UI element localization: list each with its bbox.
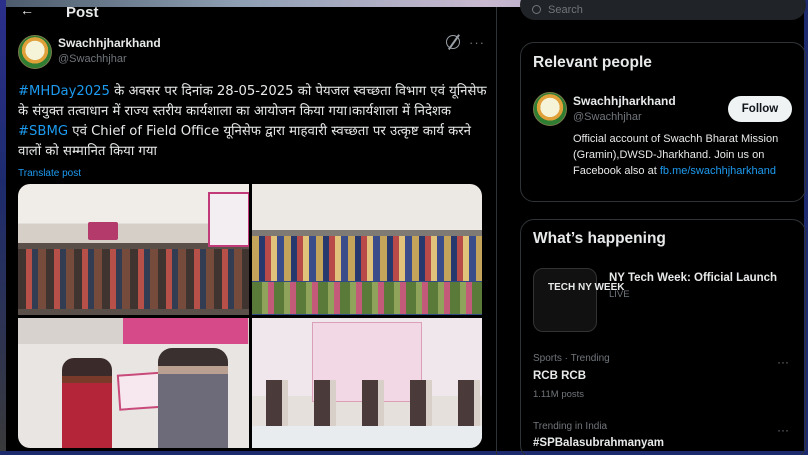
follow-button[interactable]: Follow	[728, 96, 792, 122]
facebook-link[interactable]: fb.me/swachhjharkhand	[660, 165, 776, 177]
hashtag-link[interactable]: #MHDay2025	[18, 84, 110, 99]
trend-live-label: LIVE	[609, 289, 630, 300]
avatar[interactable]	[533, 92, 567, 126]
trend-post-count: 1.11M posts	[533, 389, 585, 400]
more-options-icon[interactable]: ···	[777, 423, 789, 437]
post-text-part: एवं Chief of Field Office यूनिसेफ द्वारा…	[18, 124, 471, 159]
relevant-people-title: Relevant people	[533, 54, 652, 71]
page-title: Post	[66, 4, 99, 21]
translate-post-link[interactable]: Translate post	[18, 168, 81, 179]
grok-icon[interactable]	[446, 35, 460, 49]
person-handle[interactable]: @Swachhjhar	[573, 111, 642, 123]
person-bio: Official account of Swachh Bharat Missio…	[573, 131, 788, 179]
trend-item-title[interactable]: NY Tech Week: Official Launch	[609, 272, 777, 284]
avatar[interactable]	[18, 35, 52, 69]
whats-happening-card	[520, 219, 806, 455]
presentation-screen	[208, 192, 249, 247]
post-photo-1[interactable]	[18, 184, 249, 315]
post-header: ← Post	[6, 0, 497, 21]
more-options-icon[interactable]: ···	[777, 355, 789, 369]
certificate	[116, 370, 170, 411]
search-placeholder: Search	[548, 4, 583, 16]
author-name[interactable]: Swachhjharkhand	[58, 36, 161, 50]
trend-meta: Sports · Trending	[533, 353, 610, 364]
trend-item-title[interactable]: #SPBalasubrahmanyam	[533, 437, 664, 449]
author-handle[interactable]: @Swachhjhar	[58, 53, 127, 65]
arrow-left-icon[interactable]: ←	[20, 2, 34, 18]
post-photo-4[interactable]	[251, 317, 482, 448]
post-text: #MHDay2025 के अवसर पर दिनांक 28-05-2025 …	[18, 82, 488, 162]
search-icon	[532, 5, 541, 14]
media-grid	[18, 184, 482, 448]
post-column: ← Post Swachhjharkhand @Swachhjhar ··· #…	[6, 2, 497, 455]
trend-thumbnail[interactable]	[533, 268, 597, 332]
post-photo-2[interactable]	[251, 184, 482, 315]
hashtag-link[interactable]: #SBMG	[18, 124, 68, 139]
trend-item-title[interactable]: RCB RCB	[533, 370, 586, 382]
whats-happening-title: What’s happening	[533, 230, 666, 247]
stage-table	[251, 425, 482, 448]
person-name[interactable]: Swachhjharkhand	[573, 94, 676, 108]
event-banner	[123, 317, 248, 344]
trend-meta: Trending in India	[533, 421, 608, 432]
post-photo-3[interactable]	[18, 317, 249, 448]
more-options-icon[interactable]: ···	[469, 35, 485, 50]
